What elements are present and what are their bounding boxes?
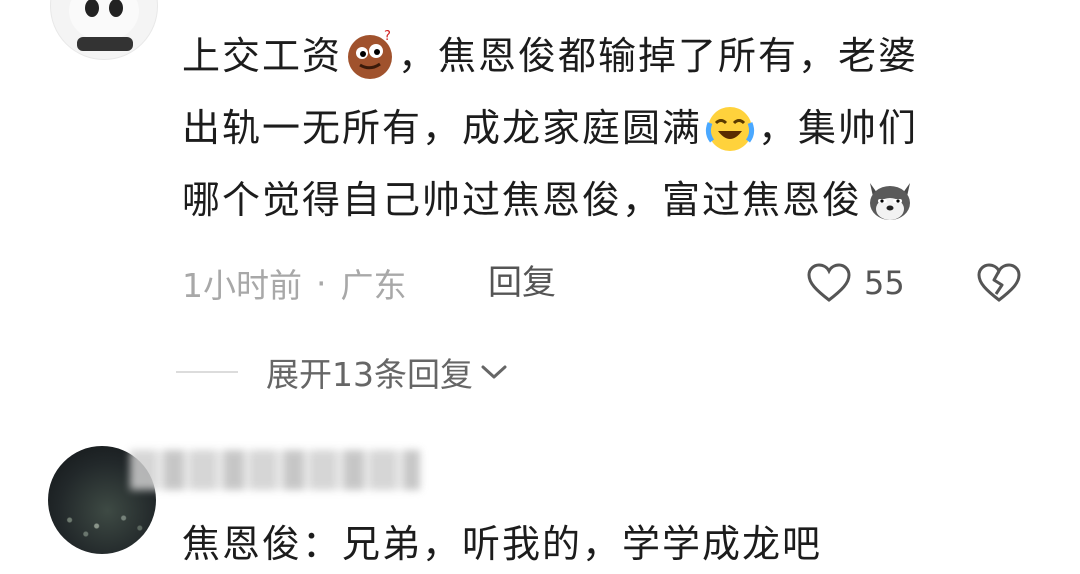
comment-line-1: 上交工资? ，焦恩俊都输掉了所有，老婆	[182, 20, 1052, 92]
avatar-panda	[69, 0, 139, 41]
broken-heart-icon[interactable]	[976, 262, 1022, 304]
comment-text-segment: 上交工资	[182, 34, 343, 78]
comment-meta: 1小时前 · 广东	[182, 258, 407, 308]
comment-line-2: 出轨一无所有，成龙家庭圆满 ，集帅们	[182, 92, 1052, 164]
face-emoji: ?	[348, 29, 393, 79]
meta-separator: ·	[316, 263, 327, 303]
comment-time: 1小时前	[182, 266, 302, 305]
comment-location: 广东	[340, 266, 407, 305]
comment-body[interactable]: 上交工资? ，焦恩俊都输掉了所有，老婆 出轨一无所有，成龙家庭圆满 ，集帅们 哪个觉…	[182, 20, 1052, 236]
commenter-avatar[interactable]	[50, 0, 158, 60]
blurred-username	[130, 450, 420, 490]
comment-text-segment: 哪个觉得自己帅过焦恩俊，富过焦恩俊	[182, 178, 863, 222]
comment-body-2[interactable]: 焦恩俊：兄弟，听我的，学学成龙吧	[182, 516, 822, 572]
comment-text-segment: 出轨一无所有，成龙家庭圆满	[182, 106, 703, 150]
avatar-eye-left	[85, 0, 99, 17]
reply-button[interactable]: 回复	[488, 258, 556, 308]
svg-text:?: ?	[384, 29, 393, 44]
laughing-crying-emoji	[705, 107, 755, 151]
expand-replies-button[interactable]: 展开13条回复	[176, 344, 509, 400]
like-count: 55	[864, 264, 905, 302]
comment-text-segment: ，焦恩俊都输掉了所有，老婆	[398, 34, 919, 78]
avatar-feet	[77, 37, 133, 51]
divider-line	[176, 371, 238, 373]
comment-line-3: 哪个觉得自己帅过焦恩俊，富过焦恩俊	[182, 164, 1052, 236]
husky-emoji	[870, 183, 911, 220]
like-button[interactable]: 55	[806, 258, 905, 308]
expand-replies-label: 展开13条回复	[266, 355, 473, 394]
chevron-down-icon	[481, 365, 507, 379]
avatar-eye-right	[109, 0, 123, 17]
comment-text-segment: ，集帅们	[758, 106, 919, 150]
heart-icon	[807, 263, 851, 302]
avatar-city-lights	[48, 504, 156, 544]
